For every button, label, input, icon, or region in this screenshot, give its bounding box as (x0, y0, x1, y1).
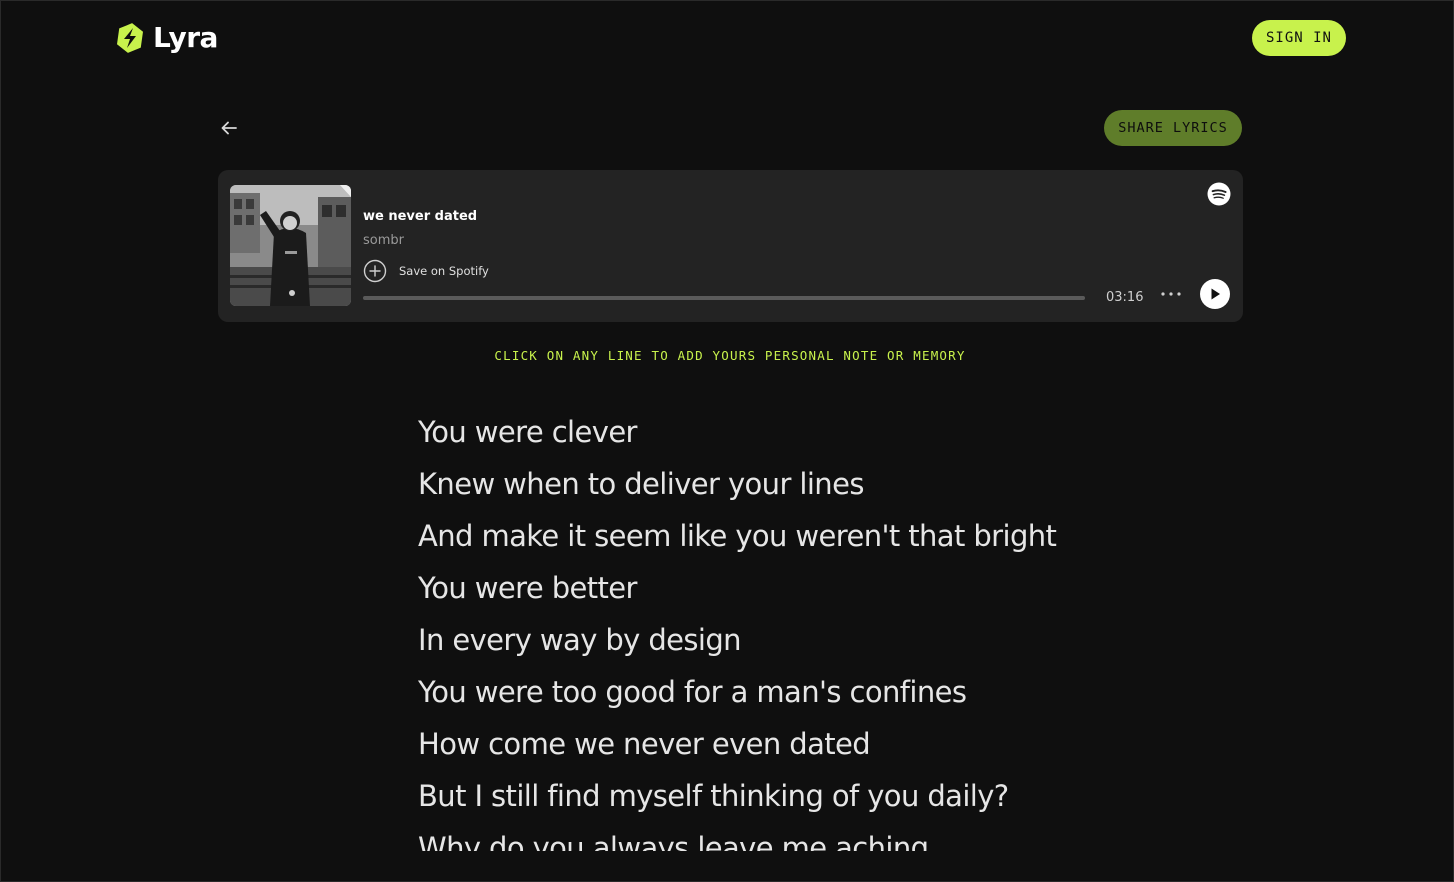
lyric-line[interactable]: In every way by design (418, 619, 1158, 671)
track-title: we never dated (363, 209, 478, 224)
album-cover-image (230, 185, 351, 306)
album-cover (230, 185, 351, 306)
logo-text: Lyra (153, 21, 218, 54)
logo[interactable]: Lyra (114, 21, 218, 54)
spotify-icon[interactable] (1207, 182, 1231, 206)
track-duration: 03:16 (1106, 290, 1144, 305)
play-icon (1211, 288, 1220, 300)
spotify-player: we never dated sombr Save on Spotify 03:… (218, 170, 1243, 322)
save-on-spotify-label: Save on Spotify (399, 264, 489, 278)
more-options-button[interactable] (1160, 284, 1182, 304)
app-window: Lyra SIGN IN SHARE LYRICS we never dated… (0, 0, 1454, 882)
back-button[interactable] (217, 116, 241, 140)
lyric-line[interactable]: Why do you always leave me aching (418, 827, 1158, 851)
lyrics-list: You were clever Knew when to deliver you… (418, 411, 1158, 851)
lyric-line[interactable]: You were clever (418, 411, 1158, 463)
plus-circle-icon (363, 259, 387, 283)
track-artist[interactable]: sombr (363, 233, 404, 248)
lyric-line[interactable]: But I still find myself thinking of you … (418, 775, 1158, 827)
arrow-left-icon (221, 121, 237, 135)
lyric-line[interactable]: You were better (418, 567, 1158, 619)
progress-bar[interactable] (363, 296, 1085, 300)
more-icon (1161, 292, 1181, 296)
share-lyrics-button[interactable]: SHARE LYRICS (1104, 110, 1242, 146)
lyric-line[interactable]: And make it seem like you weren't that b… (418, 515, 1158, 567)
lyric-line[interactable]: Knew when to deliver your lines (418, 463, 1158, 515)
play-button[interactable] (1200, 279, 1230, 309)
save-on-spotify-button[interactable]: Save on Spotify (363, 259, 489, 283)
lyrics-hint: CLICK ON ANY LINE TO ADD YOURS PERSONAL … (494, 348, 966, 363)
lyric-line[interactable]: How come we never even dated (418, 723, 1158, 775)
lyra-logo-icon (117, 22, 143, 53)
sign-in-button[interactable]: SIGN IN (1252, 20, 1346, 56)
lyric-line[interactable]: You were too good for a man's confines (418, 671, 1158, 723)
